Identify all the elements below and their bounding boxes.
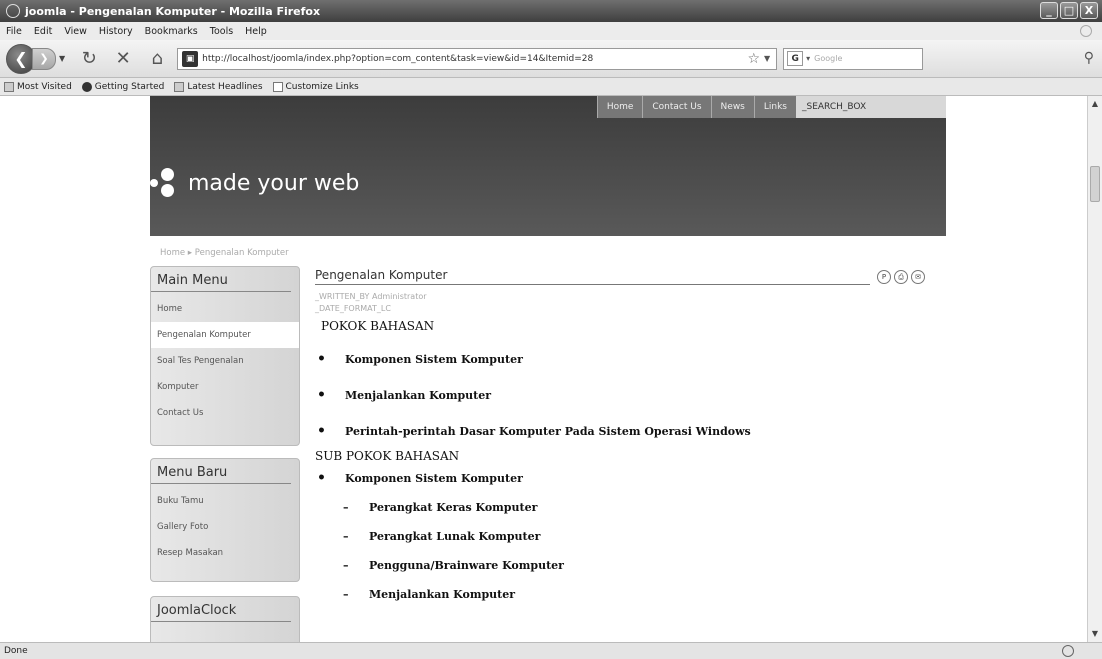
article-date: _DATE_FORMAT_LC: [315, 304, 391, 313]
site-nav-news[interactable]: News: [710, 96, 754, 118]
activity-throbber-icon: [1080, 25, 1092, 37]
list-item: – Pengguna/Brainware Komputer: [343, 559, 564, 572]
menu-item-resep-masakan[interactable]: Resep Masakan: [151, 540, 299, 566]
bookmark-star-icon[interactable]: ☆: [747, 51, 760, 67]
stop-icon[interactable]: ✕: [113, 48, 133, 69]
search-icon[interactable]: ⚲: [1084, 50, 1094, 66]
menu-item-contact-us[interactable]: Contact Us: [151, 400, 299, 426]
forward-button[interactable]: ❯: [32, 47, 56, 70]
bookmarks-toolbar: Most Visited Getting Started Latest Head…: [0, 78, 1102, 96]
window-controls: _ □ X: [1040, 2, 1098, 19]
article-meta: _WRITTEN_BY Administrator _DATE_FORMAT_L…: [315, 291, 945, 315]
main-menu-module: Main Menu Home Pengenalan Komputer Soal …: [150, 266, 300, 446]
navigation-toolbar: ❮ ❯ ▼ ↻ ✕ ⌂ ▣ http://localhost/joomla/in…: [0, 40, 1102, 78]
back-arrow-icon: ❮: [14, 49, 28, 68]
sub-section-heading: SUB POKOK BAHASAN: [315, 449, 460, 463]
site-search-box[interactable]: _SEARCH_BOX: [796, 96, 946, 118]
close-button[interactable]: X: [1080, 2, 1098, 19]
history-dropdown-icon[interactable]: ▼: [59, 54, 65, 63]
menu-item-soal-tes-cont[interactable]: Komputer: [151, 374, 299, 400]
list-item: • Komponen Sistem Komputer: [317, 351, 523, 367]
minimize-button[interactable]: _: [1040, 2, 1058, 19]
module-title: Main Menu: [151, 267, 291, 292]
module-title: JoomlaClock: [151, 597, 291, 622]
folder-icon: [4, 81, 14, 92]
forward-arrow-icon: ❯: [39, 52, 49, 65]
menu-item-soal-tes[interactable]: Soal Tes Pengenalan: [151, 348, 299, 374]
module-title: Menu Baru: [151, 459, 291, 484]
list-item: • Menjalankan Komputer: [317, 387, 492, 403]
print-icon[interactable]: ⎙: [894, 270, 908, 284]
url-dropdown-icon[interactable]: ▼: [764, 54, 770, 63]
reload-icon[interactable]: ↻: [79, 48, 99, 69]
firefox-small-icon: [81, 81, 92, 92]
menu-baru-module: Menu Baru Buku Tamu Gallery Foto Resep M…: [150, 458, 300, 582]
site-favicon-icon: ▣: [182, 50, 199, 67]
joomla-clock-module: JoomlaClock: [150, 596, 300, 642]
list-item: – Menjalankan Komputer: [343, 588, 516, 601]
site-brand: made your web: [150, 168, 359, 198]
menu-view[interactable]: View: [64, 26, 87, 37]
bookmark-customize-links[interactable]: Customize Links: [272, 81, 359, 92]
site-body: Home ▸ Pengenalan Komputer Main Menu Hom…: [150, 236, 946, 642]
window-titlebar: joomla - Pengenalan Komputer - Mozilla F…: [0, 0, 1102, 22]
menu-item-gallery-foto[interactable]: Gallery Foto: [151, 514, 299, 540]
article-author: _WRITTEN_BY Administrator: [315, 292, 427, 301]
menu-item-buku-tamu[interactable]: Buku Tamu: [151, 488, 299, 514]
menu-history[interactable]: History: [99, 26, 133, 37]
site-top-nav: Home Contact Us News Links _SEARCH_BOX: [596, 96, 946, 118]
bookmark-latest-headlines[interactable]: Latest Headlines: [174, 81, 263, 92]
menu-file[interactable]: File: [6, 26, 22, 37]
article-header: Pengenalan Komputer: [315, 268, 870, 285]
menu-tools[interactable]: Tools: [210, 26, 233, 37]
url-bar[interactable]: ▣ http://localhost/joomla/index.php?opti…: [177, 47, 778, 70]
email-icon[interactable]: ✉: [911, 270, 925, 284]
sub-topic-list: • Komponen Sistem Komputer – Perangkat Ker…: [315, 463, 945, 609]
window-title: joomla - Pengenalan Komputer - Mozilla F…: [25, 4, 321, 18]
scroll-thumb[interactable]: [1090, 166, 1100, 202]
search-placeholder: Google: [814, 54, 843, 63]
bookmark-most-visited[interactable]: Most Visited: [4, 81, 72, 92]
article: Pengenalan Komputer P ⎙ ✉ _WRITTEN_BY Ad…: [315, 268, 945, 609]
scroll-up-icon[interactable]: ▲: [1088, 96, 1102, 112]
engine-dropdown-icon[interactable]: ▾: [806, 54, 810, 63]
list-item: • Komponen Sistem Komputer: [317, 470, 523, 486]
status-addon-icon[interactable]: [1062, 645, 1074, 657]
menu-bookmarks[interactable]: Bookmarks: [145, 26, 198, 37]
bookmark-getting-started[interactable]: Getting Started: [81, 81, 164, 92]
url-text[interactable]: http://localhost/joomla/index.php?option…: [202, 54, 747, 64]
google-engine-icon[interactable]: G: [787, 51, 804, 66]
status-bar: Done: [0, 642, 1102, 659]
firefox-icon: [6, 4, 20, 18]
list-item: • Perintah-perintah Dasar Komputer Pada S…: [317, 423, 751, 439]
topic-list: • Komponen Sistem Komputer • Menjalankan K…: [315, 341, 945, 449]
menu-item-home[interactable]: Home: [151, 296, 299, 322]
rss-feed-icon: [174, 81, 185, 92]
breadcrumb: Home ▸ Pengenalan Komputer: [160, 248, 289, 258]
list-item: – Perangkat Keras Komputer: [343, 501, 538, 514]
site-nav-contact[interactable]: Contact Us: [642, 96, 711, 118]
menu-edit[interactable]: Edit: [34, 26, 52, 37]
menu-help[interactable]: Help: [245, 26, 267, 37]
home-icon[interactable]: ⌂: [147, 48, 167, 69]
article-tools: P ⎙ ✉: [877, 270, 925, 284]
pdf-icon[interactable]: P: [877, 270, 891, 284]
article-title: Pengenalan Komputer: [315, 268, 448, 282]
menu-item-pengenalan-komputer[interactable]: Pengenalan Komputer: [151, 322, 299, 348]
brand-text: made your web: [188, 170, 360, 196]
section-heading: POKOK BAHASAN: [321, 319, 435, 333]
search-bar[interactable]: G ▾ Google: [783, 47, 924, 70]
vertical-scrollbar[interactable]: ▲ ▼: [1087, 96, 1102, 642]
site-nav-links[interactable]: Links: [753, 96, 796, 118]
scroll-down-icon[interactable]: ▼: [1088, 626, 1102, 642]
menu-bar: File Edit View History Bookmarks Tools H…: [0, 22, 1102, 40]
maximize-button[interactable]: □: [1060, 2, 1078, 19]
page-viewport: Home Contact Us News Links _SEARCH_BOX m…: [0, 96, 1087, 642]
list-item: – Perangkat Lunak Komputer: [343, 530, 541, 543]
status-text: Done: [4, 646, 28, 656]
site-header: Home Contact Us News Links _SEARCH_BOX m…: [150, 96, 946, 236]
page-icon: [272, 81, 283, 92]
brand-dots-icon: [150, 168, 184, 198]
site-nav-home[interactable]: Home: [596, 96, 643, 118]
